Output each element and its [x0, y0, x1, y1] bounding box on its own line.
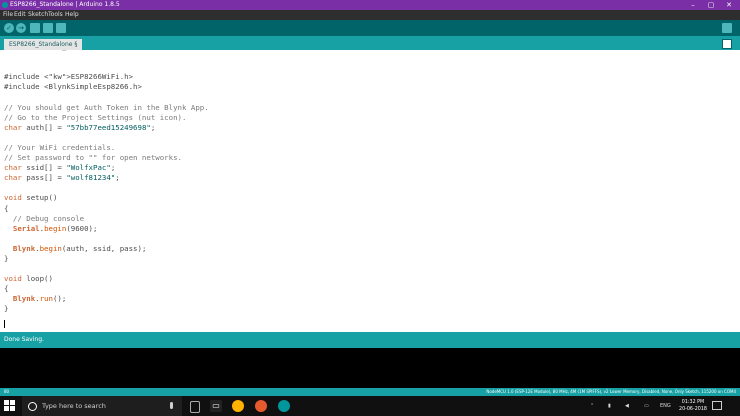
search-placeholder: Type here to search [42, 402, 106, 410]
language-indicator[interactable]: ENG [660, 396, 671, 416]
network-icon[interactable]: ▮ [608, 396, 611, 416]
maximize-icon[interactable]: ▢ [702, 0, 720, 10]
code-line: // Go to the Project Settings (nut icon)… [4, 112, 187, 122]
arduino-logo-icon [2, 2, 8, 8]
serial-monitor-icon[interactable] [722, 23, 732, 33]
tab-bar: ESP8266_Standalone § [0, 36, 740, 50]
clock[interactable]: 01:32 PM 20-06-2018 [678, 399, 708, 413]
battery-icon[interactable]: ▭ [644, 396, 649, 416]
code-line: void loop() [4, 274, 53, 284]
code-line: void setup() [4, 193, 58, 203]
file-explorer-icon[interactable]: ▭ [210, 400, 222, 412]
arduino-ide-window: ESP8266_Standalone | Arduino 1.8.5 – ▢ ✕… [0, 0, 740, 416]
code-line: char auth[] = "57bb77eed15249698"; [4, 122, 156, 132]
code-editor[interactable]: #define BLYNK_PRINT Serial #include <"kw… [0, 50, 740, 332]
task-view-icon[interactable] [190, 401, 200, 413]
tab-menu-icon[interactable] [722, 39, 732, 49]
code-line: } [4, 304, 9, 314]
status-message: Done Saving. [4, 336, 44, 343]
code-line: // Debug console [4, 213, 85, 223]
text-cursor [4, 320, 5, 328]
upload-button[interactable]: → [16, 23, 26, 33]
console-output[interactable] [0, 348, 740, 388]
search-icon [28, 402, 37, 411]
tray-up-arrow-icon[interactable]: ⌃ [590, 396, 594, 416]
minimize-icon[interactable]: – [684, 0, 702, 10]
code-line: Serial.begin(9600); [12, 223, 98, 233]
microphone-icon[interactable] [170, 402, 173, 409]
code-line: #include <"kw">ESP8266WiFi.h> [4, 72, 134, 82]
code-line: char ssid[] = "WolfxPac"; [4, 163, 116, 173]
windows-start-icon[interactable] [4, 400, 16, 412]
menu-edit[interactable]: Edit [14, 10, 26, 20]
firefox-icon[interactable] [255, 400, 267, 412]
edge-browser-icon[interactable] [232, 400, 244, 412]
close-icon[interactable]: ✕ [720, 0, 738, 10]
menu-sketch[interactable]: Sketch [28, 10, 48, 20]
code-text: #define BLYNK_PRINT Serial #include <"kw… [4, 50, 209, 315]
save-sketch-icon[interactable] [56, 23, 66, 33]
code-line: Blynk.begin(auth, ssid, pass); [12, 243, 147, 253]
open-sketch-icon[interactable] [43, 23, 53, 33]
tab-esp8266-standalone[interactable]: ESP8266_Standalone § [4, 39, 83, 50]
menu-file[interactable]: File [3, 10, 13, 20]
line-number: 80 [4, 389, 10, 394]
windows-taskbar: Type here to search ▭ ⌃ ▮ ◀ ▭ ENG 01:32 … [0, 396, 740, 416]
code-line: Blynk.run(); [12, 294, 67, 304]
code-line: char pass[] = "wolf81234"; [4, 173, 120, 183]
code-line: #include <BlynkSimpleEsp8266.h> [4, 82, 142, 92]
code-line: // You should get Auth Token in the Blyn… [4, 102, 209, 112]
toolbar: ✓ → [0, 20, 740, 36]
title-bar: ESP8266_Standalone | Arduino 1.8.5 – ▢ ✕ [0, 0, 740, 10]
notifications-icon[interactable] [712, 401, 722, 410]
code-line: // Your WiFi credentials. [4, 142, 116, 152]
menu-tools[interactable]: Tools [48, 10, 63, 20]
taskbar-search-box[interactable]: Type here to search [22, 396, 182, 416]
arduino-taskbar-icon[interactable] [278, 400, 290, 412]
clock-date: 20-06-2018 [679, 407, 707, 412]
clock-time: 01:32 PM [681, 400, 705, 405]
menu-help[interactable]: Help [65, 10, 79, 20]
code-line: { [4, 284, 9, 294]
volume-icon[interactable]: ◀ [625, 396, 629, 416]
new-sketch-icon[interactable] [30, 23, 40, 33]
code-line: { [4, 203, 9, 213]
board-status-bar: 80 NodeMCU 1.0 (ESP-12E Module), 80 MHz,… [0, 388, 740, 396]
status-bar: Done Saving. [0, 332, 740, 348]
window-title: ESP8266_Standalone | Arduino 1.8.5 [10, 1, 120, 8]
menu-bar: File Edit Sketch Tools Help [0, 10, 740, 20]
code-line: } [4, 253, 9, 263]
verify-button[interactable]: ✓ [4, 23, 14, 33]
code-line: // Set password to "" for open networks. [4, 153, 182, 163]
board-info: NodeMCU 1.0 (ESP-12E Module), 80 MHz, 4M… [486, 389, 736, 394]
